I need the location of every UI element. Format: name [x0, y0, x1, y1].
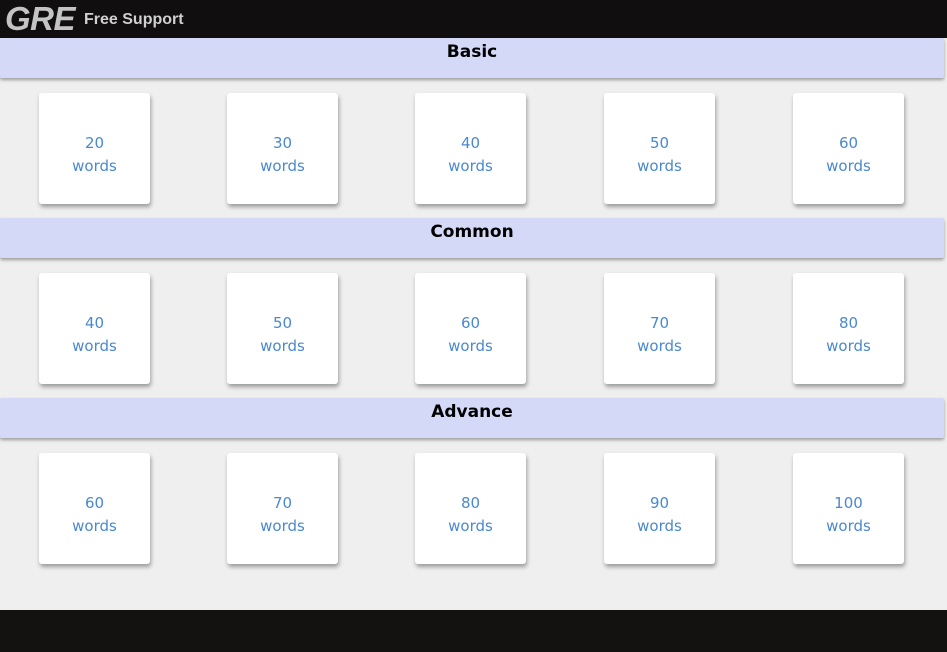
word-count: 30 [272, 133, 293, 152]
main-content: Basic 20 words 30 words 40 words 50 words 60 words… [0, 38, 947, 610]
word-set-card[interactable]: 70 words [604, 273, 715, 384]
section-header-advance: Advance [0, 398, 944, 438]
word-unit-label: words [260, 516, 305, 535]
word-unit-label: words [637, 516, 682, 535]
section-header-basic: Basic [0, 38, 944, 78]
word-unit-label: words [72, 336, 117, 355]
word-count: 100 [834, 493, 863, 512]
footer-bar [0, 610, 947, 652]
word-count: 80 [838, 313, 859, 332]
word-unit-label: words [826, 156, 871, 175]
word-count: 50 [272, 313, 293, 332]
word-count: 70 [272, 493, 293, 512]
word-count: 60 [460, 313, 481, 332]
section-header-common: Common [0, 218, 944, 258]
word-set-card[interactable]: 80 words [793, 273, 904, 384]
word-count: 60 [838, 133, 859, 152]
word-set-card[interactable]: 60 words [415, 273, 526, 384]
app-page: GRE Free Support Basic 20 words 30 words 40 wo… [0, 0, 947, 652]
word-count: 50 [649, 133, 670, 152]
word-set-card[interactable]: 50 words [604, 93, 715, 204]
word-unit-label: words [448, 516, 493, 535]
word-set-card[interactable]: 100 words [793, 453, 904, 564]
word-set-card[interactable]: 50 words [227, 273, 338, 384]
word-count: 60 [84, 493, 105, 512]
top-navbar: GRE Free Support [0, 0, 947, 38]
word-unit-label: words [826, 516, 871, 535]
word-set-card[interactable]: 20 words [39, 93, 150, 204]
word-set-card[interactable]: 40 words [39, 273, 150, 384]
word-count: 80 [460, 493, 481, 512]
word-set-card[interactable]: 60 words [39, 453, 150, 564]
word-count: 40 [84, 313, 105, 332]
word-count: 70 [649, 313, 670, 332]
word-unit-label: words [637, 336, 682, 355]
word-count: 90 [649, 493, 670, 512]
word-unit-label: words [448, 156, 493, 175]
word-unit-label: words [72, 156, 117, 175]
word-unit-label: words [448, 336, 493, 355]
word-set-card[interactable]: 30 words [227, 93, 338, 204]
word-set-card[interactable]: 90 words [604, 453, 715, 564]
word-unit-label: words [260, 156, 305, 175]
word-count: 40 [460, 133, 481, 152]
word-set-card[interactable]: 40 words [415, 93, 526, 204]
site-subtitle: Free Support [84, 10, 184, 28]
word-set-card[interactable]: 80 words [415, 453, 526, 564]
word-unit-label: words [826, 336, 871, 355]
gre-logo[interactable]: GRE [5, 0, 76, 38]
word-unit-label: words [637, 156, 682, 175]
word-unit-label: words [260, 336, 305, 355]
word-unit-label: words [72, 516, 117, 535]
word-set-card[interactable]: 60 words [793, 93, 904, 204]
word-count: 20 [84, 133, 105, 152]
word-set-card[interactable]: 70 words [227, 453, 338, 564]
